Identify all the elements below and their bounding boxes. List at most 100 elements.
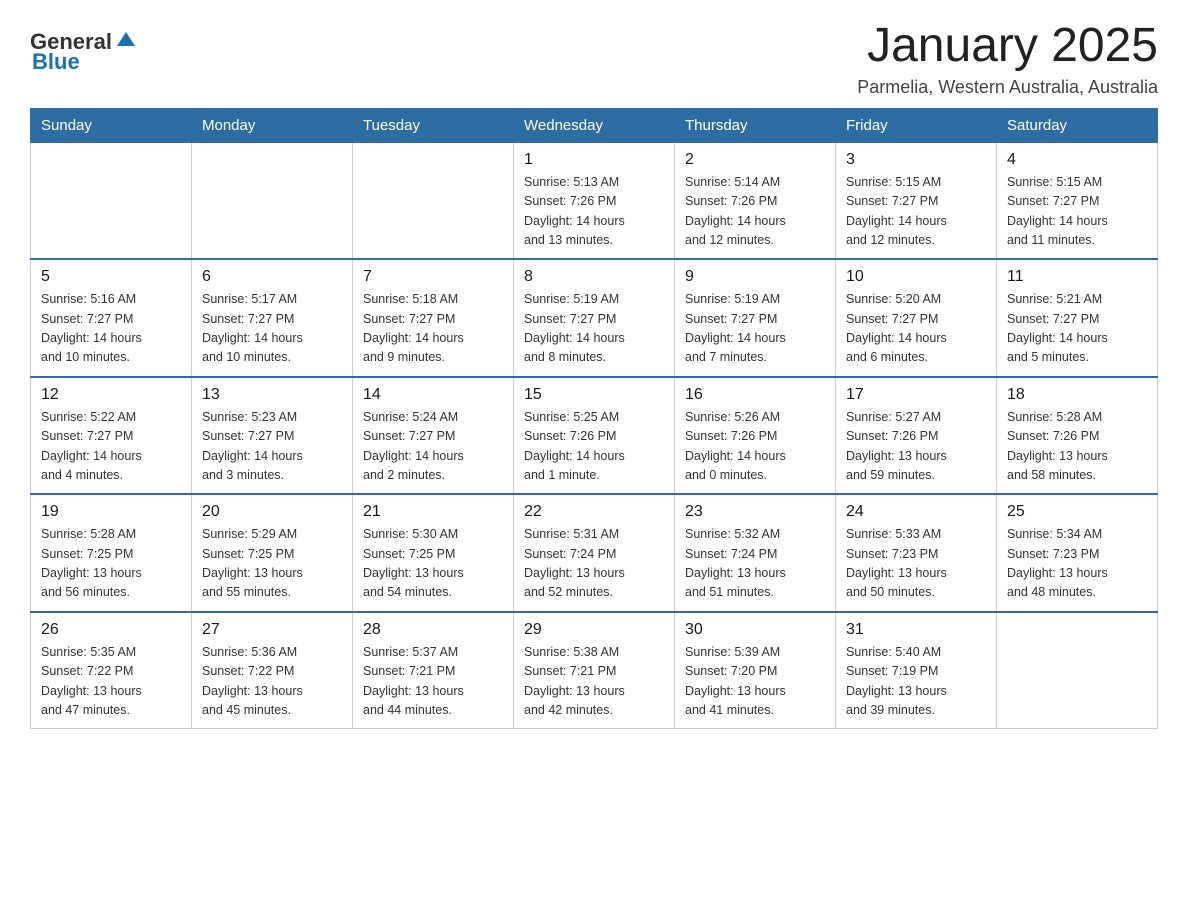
- calendar-day-cell: 11 Sunrise: 5:21 AMSunset: 7:27 PMDayligh…: [997, 259, 1158, 377]
- calendar-week-row: 19 Sunrise: 5:28 AMSunset: 7:25 PMDayligh…: [31, 494, 1158, 612]
- day-number: 20: [202, 503, 342, 521]
- day-number: 30: [685, 621, 825, 639]
- calendar-day-cell: 27 Sunrise: 5:36 AMSunset: 7:22 PMDayligh…: [192, 612, 353, 729]
- calendar-day-cell: 20 Sunrise: 5:29 AMSunset: 7:25 PMDayligh…: [192, 494, 353, 612]
- day-info: Sunrise: 5:37 AMSunset: 7:21 PMDaylight:…: [363, 643, 503, 721]
- day-number: 1: [524, 151, 664, 169]
- day-number: 27: [202, 621, 342, 639]
- calendar-day-cell: 8 Sunrise: 5:19 AMSunset: 7:27 PMDaylight…: [514, 259, 675, 377]
- calendar-day-cell: 2 Sunrise: 5:14 AMSunset: 7:26 PMDaylight…: [675, 142, 836, 259]
- weekday-header-saturday: Saturday: [997, 108, 1158, 142]
- calendar-day-cell: 30 Sunrise: 5:39 AMSunset: 7:20 PMDayligh…: [675, 612, 836, 729]
- calendar-day-cell: [997, 612, 1158, 729]
- day-info: Sunrise: 5:22 AMSunset: 7:27 PMDaylight:…: [41, 408, 181, 486]
- calendar-day-cell: 17Sunrise: 5:27 AMSunset: 7:26 PMDayligh…: [836, 377, 997, 495]
- day-number: 28: [363, 621, 503, 639]
- day-info: Sunrise: 5:33 AMSunset: 7:23 PMDaylight:…: [846, 525, 986, 603]
- day-number: 15: [524, 386, 664, 404]
- day-number: 18: [1007, 386, 1147, 404]
- day-info: Sunrise: 5:29 AMSunset: 7:25 PMDaylight:…: [202, 525, 342, 603]
- calendar-day-cell: 31Sunrise: 5:40 AMSunset: 7:19 PMDayligh…: [836, 612, 997, 729]
- day-info: Sunrise: 5:30 AMSunset: 7:25 PMDaylight:…: [363, 525, 503, 603]
- calendar-day-cell: 9Sunrise: 5:19 AMSunset: 7:27 PMDaylight…: [675, 259, 836, 377]
- day-info: Sunrise: 5:28 AMSunset: 7:26 PMDaylight:…: [1007, 408, 1147, 486]
- calendar-day-cell: 5 Sunrise: 5:16 AMSunset: 7:27 PMDaylight…: [31, 259, 192, 377]
- day-number: 16: [685, 386, 825, 404]
- calendar-day-cell: 25Sunrise: 5:34 AMSunset: 7:23 PMDayligh…: [997, 494, 1158, 612]
- day-number: 11: [1007, 268, 1147, 286]
- calendar-day-cell: 7Sunrise: 5:18 AMSunset: 7:27 PMDaylight…: [353, 259, 514, 377]
- calendar-day-cell: 16 Sunrise: 5:26 AMSunset: 7:26 PMDayligh…: [675, 377, 836, 495]
- day-info: Sunrise: 5:32 AMSunset: 7:24 PMDaylight:…: [685, 525, 825, 603]
- calendar-day-cell: 10Sunrise: 5:20 AMSunset: 7:27 PMDayligh…: [836, 259, 997, 377]
- day-info: Sunrise: 5:16 AMSunset: 7:27 PMDaylight:…: [41, 290, 181, 368]
- day-info: Sunrise: 5:26 AMSunset: 7:26 PMDaylight:…: [685, 408, 825, 486]
- calendar-day-cell: 19 Sunrise: 5:28 AMSunset: 7:25 PMDayligh…: [31, 494, 192, 612]
- calendar-week-row: 12Sunrise: 5:22 AMSunset: 7:27 PMDayligh…: [31, 377, 1158, 495]
- day-info: Sunrise: 5:38 AMSunset: 7:21 PMDaylight:…: [524, 643, 664, 721]
- day-number: 24: [846, 503, 986, 521]
- day-info: Sunrise: 5:21 AMSunset: 7:27 PMDaylight:…: [1007, 290, 1147, 368]
- weekday-header-thursday: Thursday: [675, 108, 836, 142]
- calendar-day-cell: 29 Sunrise: 5:38 AMSunset: 7:21 PMDayligh…: [514, 612, 675, 729]
- day-info: Sunrise: 5:39 AMSunset: 7:20 PMDaylight:…: [685, 643, 825, 721]
- day-number: 7: [363, 268, 503, 286]
- logo-blue-text: Blue: [32, 49, 80, 75]
- calendar-week-row: 5 Sunrise: 5:16 AMSunset: 7:27 PMDaylight…: [31, 259, 1158, 377]
- calendar-day-cell: 13 Sunrise: 5:23 AMSunset: 7:27 PMDayligh…: [192, 377, 353, 495]
- day-number: 17: [846, 386, 986, 404]
- day-info: Sunrise: 5:17 AMSunset: 7:27 PMDaylight:…: [202, 290, 342, 368]
- day-info: Sunrise: 5:35 AMSunset: 7:22 PMDaylight:…: [41, 643, 181, 721]
- day-number: 22: [524, 503, 664, 521]
- calendar-day-cell: [31, 142, 192, 259]
- day-info: Sunrise: 5:19 AMSunset: 7:27 PMDaylight:…: [524, 290, 664, 368]
- title-section: January 2025 Parmelia, Western Australia…: [857, 20, 1158, 98]
- calendar-day-cell: 28 Sunrise: 5:37 AMSunset: 7:21 PMDayligh…: [353, 612, 514, 729]
- day-number: 2: [685, 151, 825, 169]
- day-number: 29: [524, 621, 664, 639]
- weekday-header-friday: Friday: [836, 108, 997, 142]
- calendar-week-row: 26 Sunrise: 5:35 AMSunset: 7:22 PMDayligh…: [31, 612, 1158, 729]
- weekday-header-row: SundayMondayTuesdayWednesdayThursdayFrid…: [31, 108, 1158, 142]
- day-number: 13: [202, 386, 342, 404]
- weekday-header-wednesday: Wednesday: [514, 108, 675, 142]
- logo-triangle-icon: [115, 28, 137, 50]
- location-text: Parmelia, Western Australia, Australia: [857, 77, 1158, 98]
- weekday-header-tuesday: Tuesday: [353, 108, 514, 142]
- calendar-day-cell: 26 Sunrise: 5:35 AMSunset: 7:22 PMDayligh…: [31, 612, 192, 729]
- calendar-day-cell: 23 Sunrise: 5:32 AMSunset: 7:24 PMDayligh…: [675, 494, 836, 612]
- logo: General Blue: [30, 28, 137, 75]
- day-number: 6: [202, 268, 342, 286]
- day-info: Sunrise: 5:19 AMSunset: 7:27 PMDaylight:…: [685, 290, 825, 368]
- day-info: Sunrise: 5:24 AMSunset: 7:27 PMDaylight:…: [363, 408, 503, 486]
- calendar-day-cell: [192, 142, 353, 259]
- calendar-day-cell: 1 Sunrise: 5:13 AMSunset: 7:26 PMDaylight…: [514, 142, 675, 259]
- day-number: 23: [685, 503, 825, 521]
- day-info: Sunrise: 5:25 AMSunset: 7:26 PMDaylight:…: [524, 408, 664, 486]
- day-info: Sunrise: 5:36 AMSunset: 7:22 PMDaylight:…: [202, 643, 342, 721]
- day-number: 3: [846, 151, 986, 169]
- day-number: 26: [41, 621, 181, 639]
- day-info: Sunrise: 5:13 AMSunset: 7:26 PMDaylight:…: [524, 173, 664, 251]
- day-info: Sunrise: 5:34 AMSunset: 7:23 PMDaylight:…: [1007, 525, 1147, 603]
- day-number: 5: [41, 268, 181, 286]
- day-info: Sunrise: 5:28 AMSunset: 7:25 PMDaylight:…: [41, 525, 181, 603]
- calendar-day-cell: 6 Sunrise: 5:17 AMSunset: 7:27 PMDaylight…: [192, 259, 353, 377]
- day-info: Sunrise: 5:14 AMSunset: 7:26 PMDaylight:…: [685, 173, 825, 251]
- month-title: January 2025: [857, 20, 1158, 73]
- calendar-day-cell: 12Sunrise: 5:22 AMSunset: 7:27 PMDayligh…: [31, 377, 192, 495]
- calendar-day-cell: 15 Sunrise: 5:25 AMSunset: 7:26 PMDayligh…: [514, 377, 675, 495]
- calendar-table: SundayMondayTuesdayWednesdayThursdayFrid…: [30, 108, 1158, 730]
- day-number: 8: [524, 268, 664, 286]
- calendar-day-cell: 22Sunrise: 5:31 AMSunset: 7:24 PMDayligh…: [514, 494, 675, 612]
- weekday-header-monday: Monday: [192, 108, 353, 142]
- day-info: Sunrise: 5:23 AMSunset: 7:27 PMDaylight:…: [202, 408, 342, 486]
- day-number: 31: [846, 621, 986, 639]
- day-number: 19: [41, 503, 181, 521]
- day-info: Sunrise: 5:15 AMSunset: 7:27 PMDaylight:…: [1007, 173, 1147, 251]
- calendar-day-cell: 18 Sunrise: 5:28 AMSunset: 7:26 PMDayligh…: [997, 377, 1158, 495]
- calendar-week-row: 1 Sunrise: 5:13 AMSunset: 7:26 PMDaylight…: [31, 142, 1158, 259]
- day-number: 14: [363, 386, 503, 404]
- calendar-day-cell: 14 Sunrise: 5:24 AMSunset: 7:27 PMDayligh…: [353, 377, 514, 495]
- day-info: Sunrise: 5:20 AMSunset: 7:27 PMDaylight:…: [846, 290, 986, 368]
